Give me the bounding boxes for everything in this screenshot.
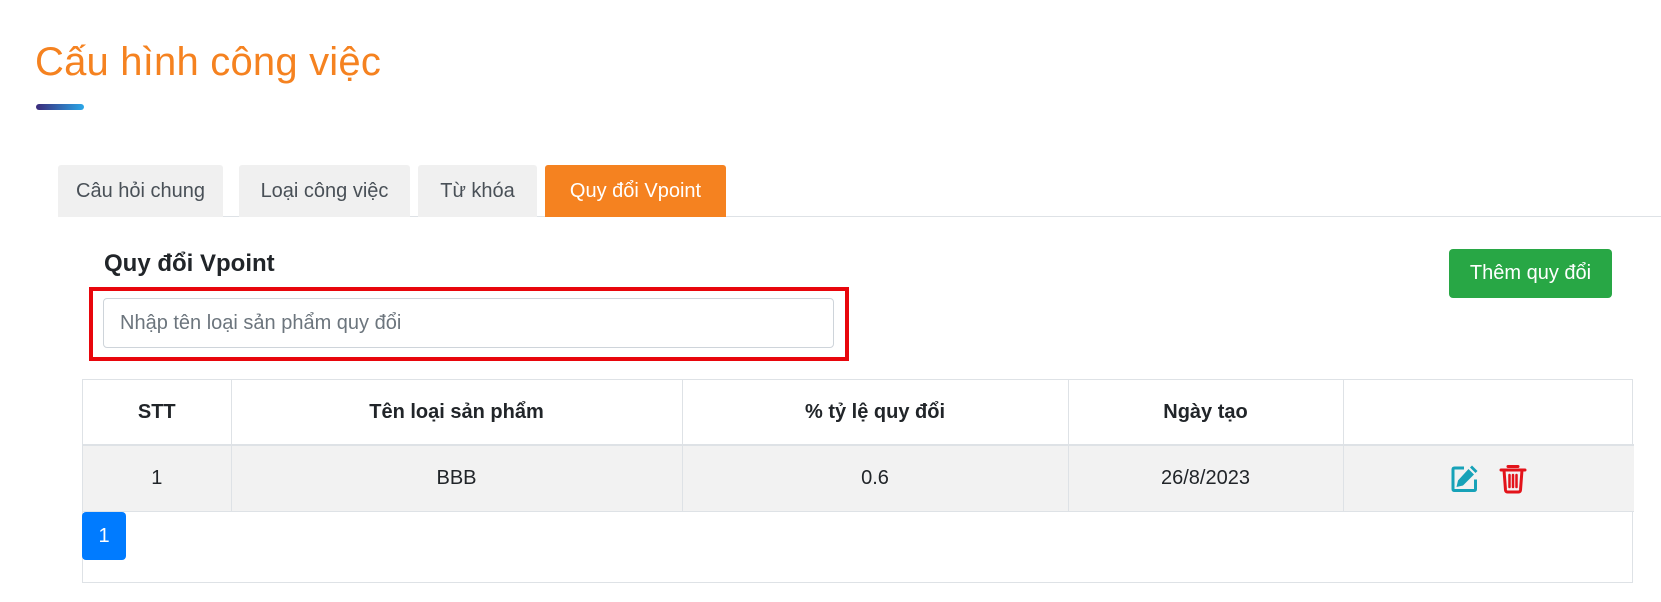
- tab-vpoint-conversion[interactable]: Quy đổi Vpoint: [545, 165, 726, 217]
- cell-product-type: BBB: [231, 445, 683, 512]
- table-header-row: STT Tên loại sản phẩm % tỷ lệ quy đổi Ng…: [83, 380, 1634, 446]
- table-row: 1 BBB 0.6 26/8/2023: [83, 445, 1634, 512]
- tab-keywords[interactable]: Từ khóa: [418, 165, 537, 217]
- trash-icon[interactable]: [1496, 461, 1530, 495]
- cell-conversion-rate: 0.6: [682, 445, 1069, 512]
- tab-bar: Câu hỏi chung Loại công việc Từ khóa Quy…: [58, 165, 1661, 217]
- column-header-actions: [1343, 380, 1634, 446]
- section-title: Quy đổi Vpoint: [104, 250, 275, 277]
- column-header-product-type: Tên loại sản phẩm: [231, 380, 683, 446]
- tab-general-questions[interactable]: Câu hỏi chung: [58, 165, 223, 217]
- conversion-table: STT Tên loại sản phẩm % tỷ lệ quy đổi Ng…: [83, 380, 1634, 512]
- column-header-stt: STT: [83, 380, 232, 446]
- column-header-created-date: Ngày tạo: [1068, 380, 1344, 446]
- cell-actions: [1343, 445, 1634, 512]
- search-input[interactable]: [103, 298, 834, 348]
- add-conversion-button[interactable]: Thêm quy đổi: [1449, 249, 1612, 298]
- pagination-page-button[interactable]: 1: [82, 512, 126, 560]
- title-underline: [36, 104, 84, 110]
- page-title: Cấu hình công việc: [35, 40, 382, 84]
- edit-icon[interactable]: [1448, 461, 1482, 495]
- cell-created-date: 26/8/2023: [1068, 445, 1344, 512]
- conversion-table-container: STT Tên loại sản phẩm % tỷ lệ quy đổi Ng…: [82, 379, 1634, 583]
- tab-job-types[interactable]: Loại công việc: [239, 165, 410, 217]
- cell-stt: 1: [83, 445, 232, 512]
- column-header-conversion-rate: % tỷ lệ quy đổi: [682, 380, 1069, 446]
